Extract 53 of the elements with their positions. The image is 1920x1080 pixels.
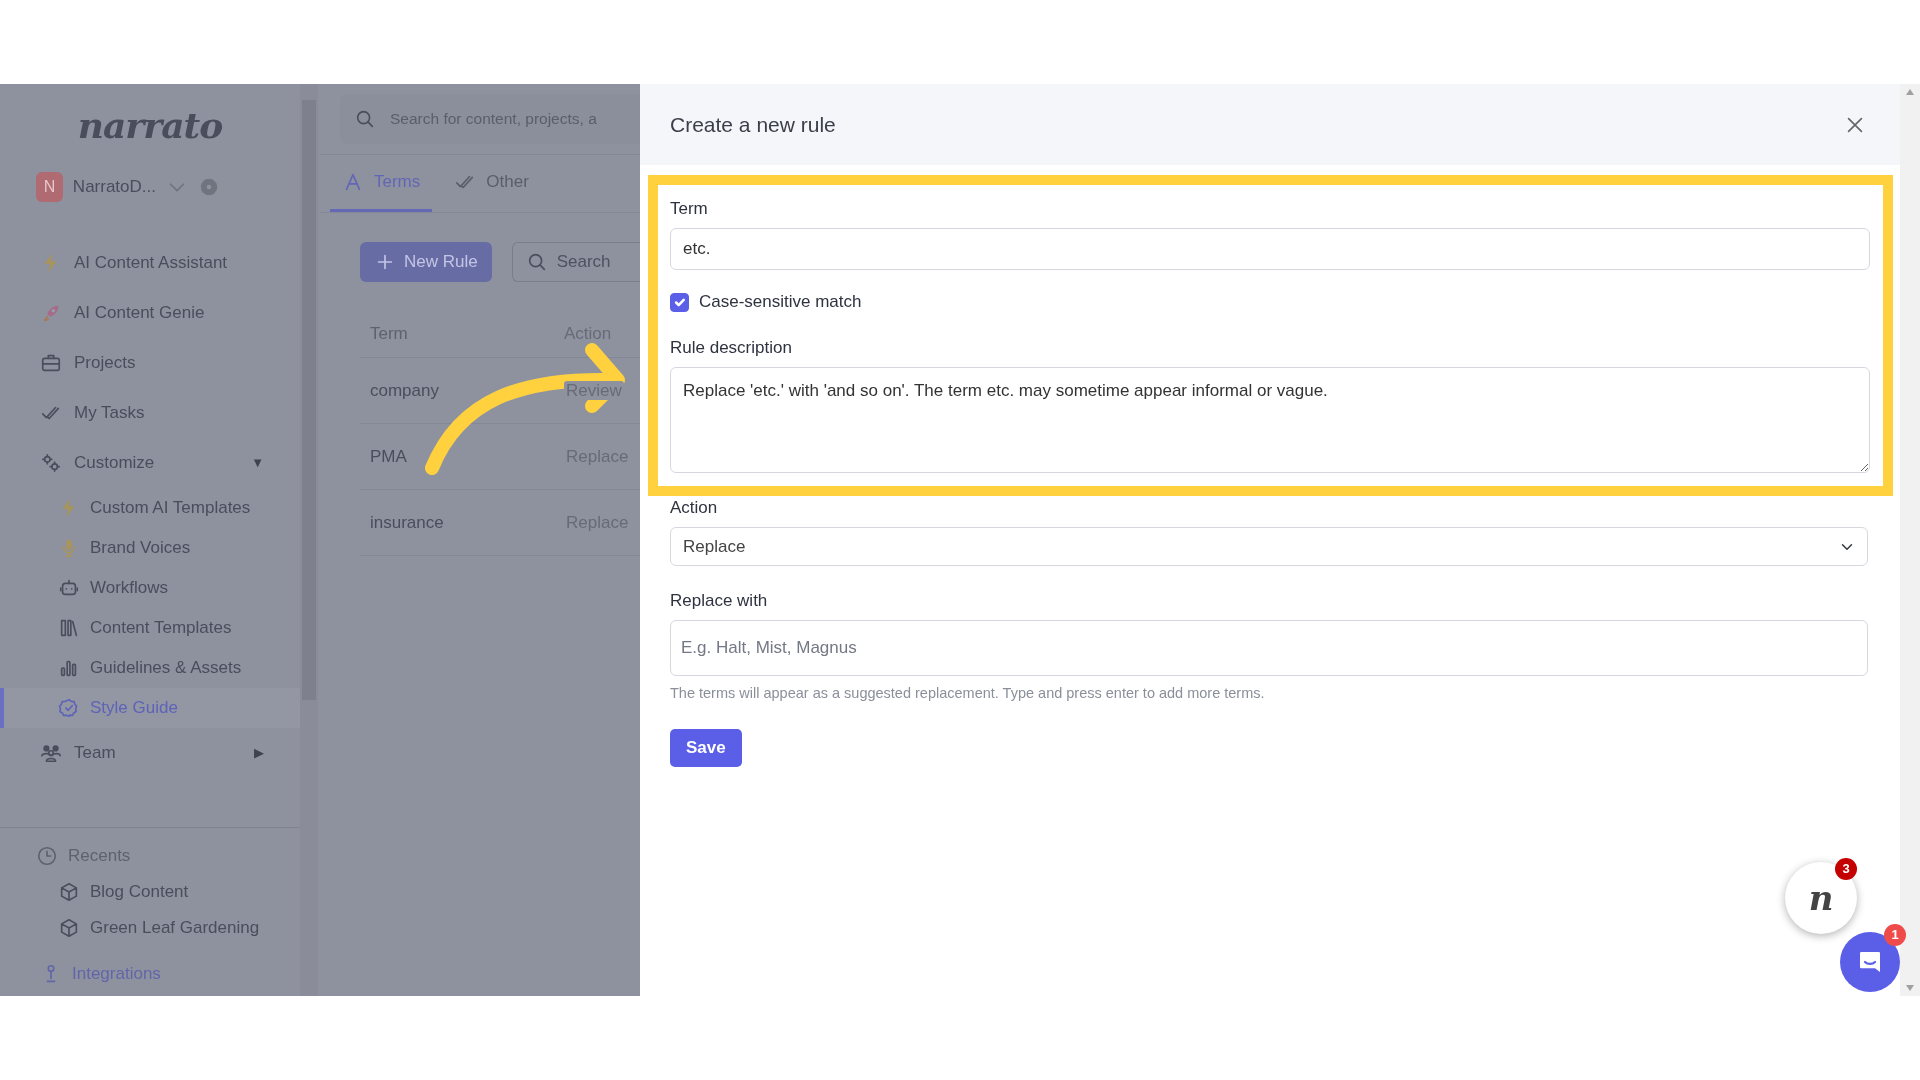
- help-text: The terms will appear as a suggested replacement. Type and press enter to add more terms.: [670, 684, 1266, 703]
- sidebar-item-label[interactable]: Workflows: [90, 575, 169, 601]
- people-icon: [40, 742, 62, 764]
- arrow-up-icon[interactable]: [1905, 88, 1915, 96]
- chat-launcher[interactable]: [1840, 932, 1900, 992]
- notification-badge: 1: [1884, 924, 1906, 946]
- checkbox-label: Case-sensitive match: [699, 291, 862, 313]
- sidebar-item-label[interactable]: Team: [74, 740, 116, 766]
- settings-icon: [198, 176, 220, 198]
- dialog-title: Create a new rule: [670, 111, 836, 138]
- field-label: Replace with: [670, 590, 769, 612]
- table-cell-text: insurance: [369, 511, 445, 534]
- checkbox[interactable]: [670, 292, 689, 312]
- caret-icon: ▼: [251, 453, 264, 473]
- description-textarea[interactable]: Replace 'etc.' with 'and so on'. The term etc. may sometime appear informal or vague.: [670, 367, 1870, 473]
- sidebar-item-label[interactable]: AI Content Genie: [74, 300, 205, 326]
- sidebar-item-label[interactable]: Custom AI Templates: [90, 495, 251, 521]
- sidebar-item-label[interactable]: Projects: [74, 350, 136, 376]
- field-label: Action: [670, 497, 719, 519]
- new-rule-button[interactable]: New Rule: [360, 242, 492, 282]
- sidebar-item-label[interactable]: Brand Voices: [90, 535, 191, 561]
- sidebar-item-label[interactable]: AI Content Assistant: [74, 250, 228, 276]
- search-field[interactable]: Search: [511, 242, 640, 282]
- arrow-down-icon[interactable]: [1905, 984, 1915, 992]
- cube-icon: [58, 917, 80, 939]
- notification-badge: 3: [1835, 858, 1857, 880]
- books-icon: [58, 617, 80, 639]
- table-cell-text: company: [369, 379, 440, 402]
- sidebar-item-label[interactable]: Guidelines & Assets: [90, 655, 242, 681]
- field-label: Term: [670, 198, 709, 220]
- scrollbar[interactable]: [300, 84, 318, 996]
- scrollbar[interactable]: [1900, 84, 1920, 996]
- clock-icon: [36, 845, 58, 867]
- replace-input[interactable]: E.g. Halt, Mist, Magnus: [670, 620, 1868, 676]
- briefcase-icon: [40, 352, 62, 374]
- logo[interactable]: narrato: [0, 84, 300, 166]
- gears-icon: [40, 452, 62, 474]
- workspace-avatar: N: [36, 172, 63, 202]
- table-cell-text: PMA: [369, 445, 408, 468]
- cube-icon: [58, 881, 80, 903]
- recent-item[interactable]: Green Leaf Gardening: [90, 915, 260, 941]
- check-badge-icon: [58, 697, 80, 719]
- sidebar-item-label[interactable]: Content Templates: [90, 615, 232, 641]
- workspace-name[interactable]: NarratoD...: [72, 174, 156, 200]
- sidebar-item-label[interactable]: My Tasks: [74, 400, 145, 426]
- action-select[interactable]: Replace: [670, 527, 1868, 566]
- search-icon: [354, 108, 376, 130]
- term-input[interactable]: etc.: [670, 228, 1870, 270]
- recent-item[interactable]: Blog Content: [90, 879, 189, 905]
- field-label: Rule description: [670, 337, 793, 359]
- sidebar-item-label[interactable]: Customize: [74, 450, 155, 476]
- save-button[interactable]: Save: [670, 728, 742, 767]
- caret-icon: ▶: [254, 743, 264, 763]
